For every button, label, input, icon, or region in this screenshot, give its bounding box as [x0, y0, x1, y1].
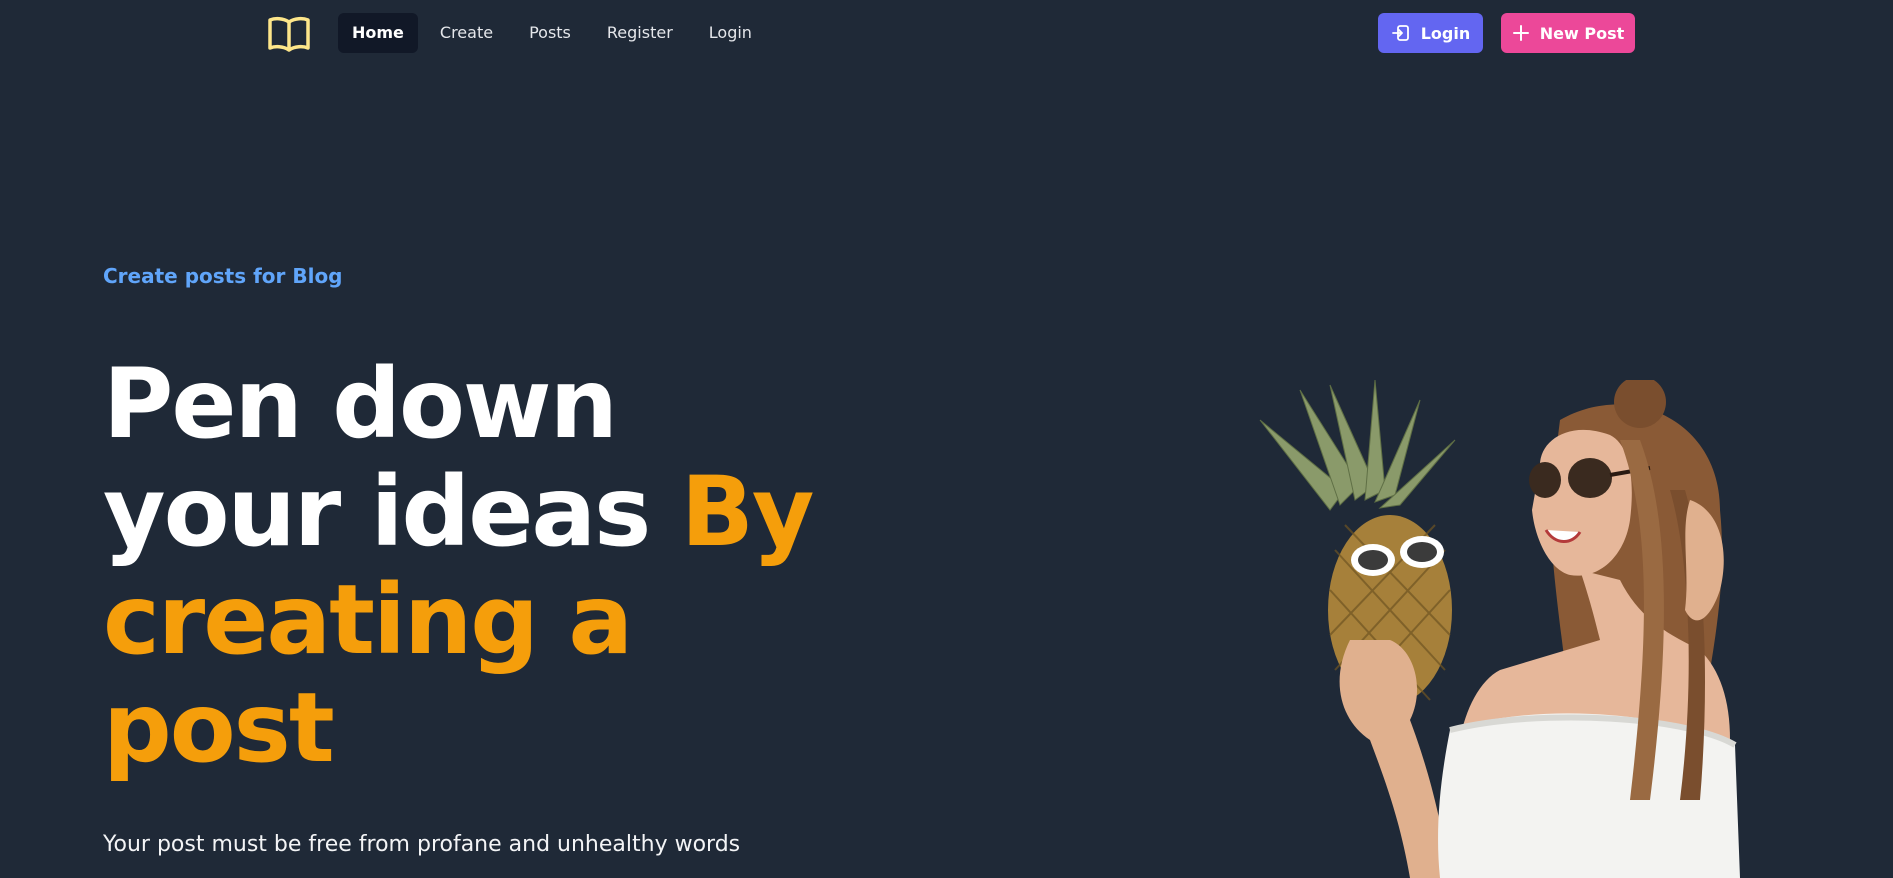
book-open-icon[interactable]	[267, 14, 311, 54]
woman-with-pineapple-illustration	[1250, 376, 1770, 878]
page: Home Create Posts Register Login Login N…	[0, 0, 1893, 878]
hero-tagline: Create posts for Blog	[103, 264, 343, 288]
nav-links: Home Create Posts Register Login	[338, 13, 766, 53]
nav-link-posts[interactable]: Posts	[515, 13, 585, 53]
hero-headline: Pen down your ideas By creating a post	[103, 350, 863, 782]
nav-link-login[interactable]: Login	[695, 13, 766, 53]
nav-link-home[interactable]: Home	[338, 13, 418, 53]
new-post-button[interactable]: New Post	[1501, 13, 1635, 53]
login-button-label: Login	[1420, 23, 1471, 43]
plus-icon	[1512, 24, 1530, 42]
headline-white-text: Pen down your ideas	[103, 348, 651, 568]
new-post-button-label: New Post	[1539, 23, 1625, 43]
nav-link-create[interactable]: Create	[426, 13, 507, 53]
login-button[interactable]: Login	[1378, 13, 1483, 53]
navbar: Home Create Posts Register Login Login N…	[0, 0, 1893, 66]
hero-subtext: Your post must be free from profane and …	[103, 832, 741, 857]
login-icon	[1391, 23, 1411, 43]
nav-link-register[interactable]: Register	[593, 13, 687, 53]
